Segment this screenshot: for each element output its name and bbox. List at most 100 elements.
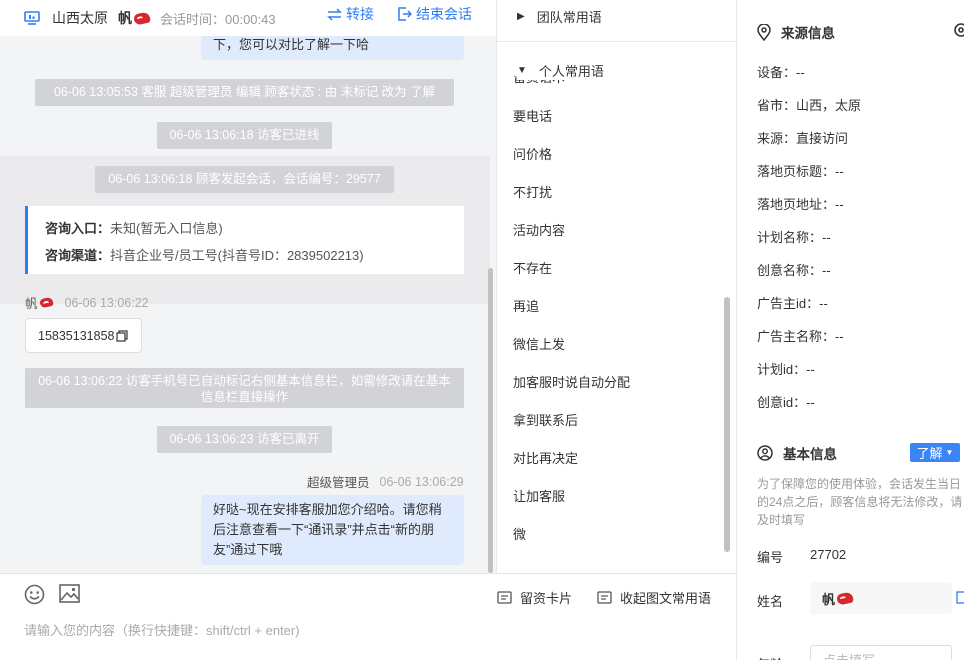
field-label: 计划名称： (757, 230, 823, 245)
collapse-phrases-button[interactable]: 收起图文常用语 (597, 588, 711, 607)
chat-panel: 山西太原 帆 会话时间：00:00:43 转接 结束会话 下，您可以对比了解一下… (0, 0, 496, 660)
field-value: -- (806, 395, 815, 410)
caret-right-icon: ▶ (517, 11, 525, 22)
session-time: 会话时间：00:00:43 (160, 11, 276, 27)
visitor-phone-text: 15835131858 (38, 328, 115, 343)
basic-info-header: 基本信息 (757, 443, 837, 463)
phrase-item[interactable]: 微 (513, 524, 526, 543)
personal-phrases-group[interactable]: ▼ 个人常用语 (517, 61, 717, 80)
caret-down-icon: ▼ (945, 448, 954, 457)
system-message-phone-tag: 06-06 13:06:22 访客手机号已自动标记右侧基本信息栏，如需修改请在基… (25, 368, 464, 408)
consult-channel-row: 咨询渠道：抖音企业号/员工号(抖音号ID：2839502213) (45, 242, 464, 269)
info-card-button[interactable]: 留资卡片 (497, 588, 572, 607)
phrase-item[interactable]: 加客服时说自动分配 (513, 372, 630, 391)
source-advertiser-name: 广告主名称：-- (757, 326, 844, 345)
customer-id-label: 编号 (757, 550, 784, 565)
divider (497, 41, 737, 42)
chat-scrollbar[interactable] (488, 268, 493, 573)
team-phrases-label: 团队常用语 (536, 10, 602, 25)
phrase-item[interactable]: 不存在 (513, 258, 552, 277)
end-session-button[interactable]: 结束会话 (398, 4, 472, 24)
copy-icon[interactable] (956, 590, 964, 604)
visitor-message-meta: 帆 06-06 13:06:22 (25, 293, 149, 312)
transfer-icon (327, 7, 342, 21)
monitor-icon (24, 11, 40, 25)
phrase-item[interactable]: 活动内容 (513, 220, 565, 239)
edit-notice: 为了保障您的使用体验，会话发生当日的24点之后，顾客信息将无法修改，请及时填写 (757, 477, 963, 527)
image-icon[interactable] (59, 584, 80, 603)
field-value: -- (822, 263, 831, 278)
phrase-item[interactable]: 对比再决定 (513, 448, 578, 467)
field-label: 广告主id： (757, 296, 820, 311)
agent-message-time: 06-06 13:06:29 (379, 474, 464, 489)
field-value: -- (822, 230, 831, 245)
boxing-glove-emoji (836, 590, 854, 606)
team-phrases-group[interactable]: ▶ 团队常用语 (517, 7, 602, 26)
system-message-enter: 06-06 13:06:18 访客已进线 (157, 122, 332, 149)
transfer-label: 转接 (346, 6, 374, 22)
field-label: 设备： (757, 65, 797, 80)
agent-message-meta: 超级管理员 06-06 13:06:29 (307, 472, 464, 491)
phrase-item[interactable]: 再追 (513, 296, 539, 315)
customer-age-input[interactable]: 点击填写 (810, 645, 952, 660)
source-landing-title: 落地页标题：-- (757, 161, 844, 180)
emoji-icon[interactable] (24, 584, 45, 605)
settings-icon[interactable] (953, 22, 964, 38)
agent-message-partial: 下，您可以对比了解一下哈 (201, 36, 464, 60)
system-message-start: 06-06 13:06:18 顾客发起会话，会话编号：29577 (95, 166, 394, 193)
source-creative-id: 创意id：-- (757, 392, 815, 411)
source-plan-id: 计划id：-- (757, 359, 815, 378)
visitor-name-text: 帆 (118, 10, 132, 26)
source-landing-url: 落地页地址：-- (757, 194, 844, 213)
source-creative-name: 创意名称：-- (757, 260, 831, 279)
source-plan-name: 计划名称：-- (757, 227, 831, 246)
consult-entry-value: 未知(暂无入口信息) (110, 221, 223, 236)
customer-name-label: 姓名 (757, 594, 784, 609)
field-label: 省市： (757, 98, 797, 113)
field-value: -- (835, 164, 844, 179)
message-input[interactable] (24, 620, 714, 656)
phrase-item[interactable]: 拿到联系后 (513, 410, 578, 429)
visitor-message-time: 06-06 13:06:22 (64, 295, 149, 310)
source-device: 设备：-- (757, 62, 805, 81)
source-info-title: 来源信息 (781, 26, 835, 41)
visitor-sender: 帆 (25, 293, 54, 312)
transfer-button[interactable]: 转接 (327, 4, 374, 24)
phrase-item[interactable]: 问价格 (513, 144, 552, 163)
field-value: -- (835, 329, 844, 344)
collapse-phrases-label: 收起图文常用语 (620, 591, 712, 606)
field-label: 落地页地址： (757, 197, 836, 212)
message-list[interactable]: 下，您可以对比了解一下哈 06-06 13:05:53 客服 超级管理员 编辑 … (0, 36, 490, 573)
customer-id-value: 27702 (810, 547, 847, 562)
consult-entry-label: 咨询入口： (45, 221, 111, 236)
phrase-item[interactable]: 要电话 (513, 106, 552, 125)
visitor-sender-text: 帆 (25, 297, 38, 311)
customer-info-panel: 来源信息 设备：-- 省市：山西，太原 来源：直接访问 落地页标题：-- 落地页… (736, 0, 964, 660)
consult-channel-label: 咨询渠道： (45, 248, 111, 263)
caret-down-icon: ▼ (517, 65, 527, 76)
customer-name-field[interactable]: 帆 (810, 582, 952, 614)
customer-age-label: 年龄 (757, 654, 783, 660)
phrase-item[interactable]: 让加客服 (513, 486, 565, 505)
system-message-leave: 06-06 13:06:23 访客已离开 (157, 426, 332, 453)
phrases-scrollbar[interactable] (724, 297, 730, 552)
quick-phrases-panel: ▶ 团队常用语 ▼ 个人常用语 留资话术 要电话 问价格 不打扰 活动内容 不存… (496, 0, 737, 573)
field-value: -- (819, 296, 828, 311)
system-message-status: 06-06 13:05:53 客服 超级管理员 编辑 顾客状态 : 由 未标记 … (35, 79, 454, 106)
info-card-label: 留资卡片 (520, 591, 573, 606)
field-value: -- (796, 65, 805, 80)
consult-channel-value: 抖音企业号/员工号(抖音号ID：2839502213) (110, 248, 364, 263)
phrase-item[interactable]: 不打扰 (513, 182, 552, 201)
field-label: 创意id： (757, 395, 807, 410)
card-icon (497, 591, 512, 604)
phrase-item[interactable]: 微信上发 (513, 334, 565, 353)
copy-icon[interactable] (116, 329, 129, 342)
field-label: 创意名称： (757, 263, 823, 278)
visitor-location: 山西太原 (52, 10, 108, 26)
field-value: 山西，太原 (796, 98, 862, 113)
agent-sender: 超级管理员 (307, 476, 370, 490)
consult-entry-row: 咨询入口：未知(暂无入口信息) (45, 215, 464, 242)
consult-info-card: 咨询入口：未知(暂无入口信息) 咨询渠道：抖音企业号/员工号(抖音号ID：283… (25, 206, 464, 274)
message-composer: 留资卡片 收起图文常用语 (0, 573, 736, 660)
customer-status-dropdown[interactable]: 了解 ▼ (910, 443, 960, 462)
